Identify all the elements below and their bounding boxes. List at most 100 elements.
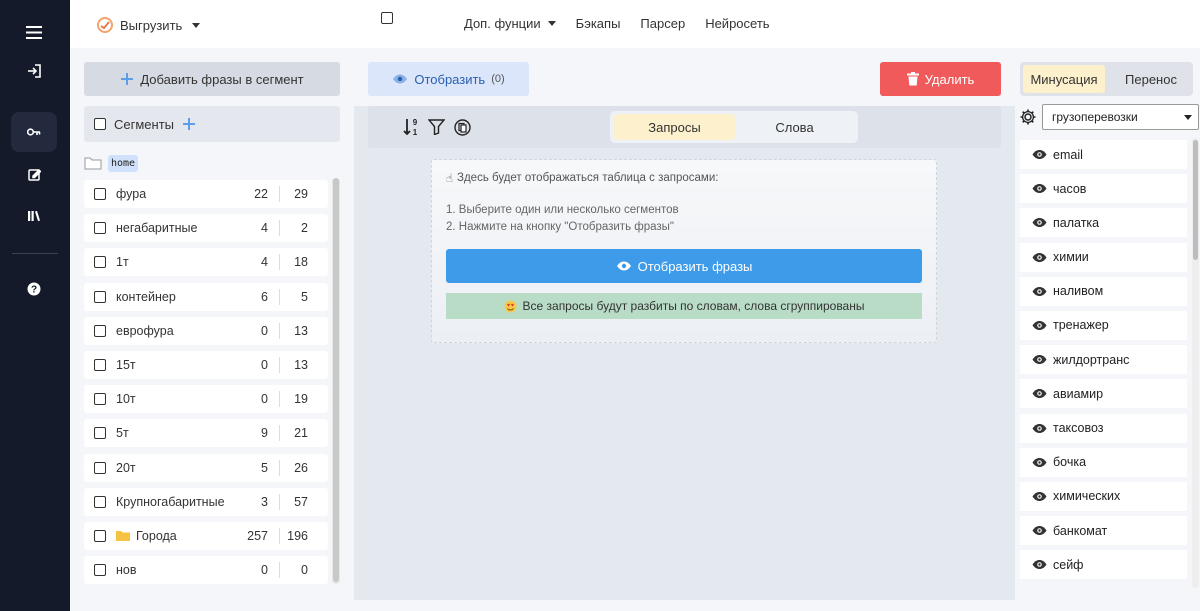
segment-row[interactable]: 20т 5 26	[84, 453, 328, 482]
tab-words[interactable]: Слова	[734, 114, 855, 140]
segment-checkbox[interactable]	[94, 324, 106, 337]
minus-word-row[interactable]: часов	[1020, 174, 1187, 204]
eye-icon[interactable]	[1032, 217, 1047, 228]
minus-word-row[interactable]: бочка	[1020, 447, 1187, 477]
minus-word-row[interactable]: email	[1020, 140, 1187, 169]
minus-word-row[interactable]: авиамир	[1020, 379, 1187, 409]
sort-icon[interactable]: 91	[403, 117, 419, 137]
minus-list-select[interactable]: грузоперевозки	[1042, 104, 1199, 130]
minus-word-row[interactable]: жилдортранс	[1020, 345, 1187, 375]
eye-icon[interactable]	[1032, 183, 1047, 194]
library-icon[interactable]	[11, 196, 57, 236]
scrollbar-thumb[interactable]	[1193, 140, 1198, 260]
segment-checkbox[interactable]	[94, 358, 106, 371]
filter-icon[interactable]	[428, 119, 445, 135]
segment-row[interactable]: 10т 0 19	[84, 385, 328, 414]
eye-icon[interactable]	[1032, 320, 1047, 331]
segment-checkbox[interactable]	[94, 461, 106, 474]
minus-word-row[interactable]: таксовоз	[1020, 413, 1187, 443]
segment-row[interactable]: Крупногабаритные 3 57	[84, 487, 328, 516]
scrollbar-thumb[interactable]	[333, 178, 339, 582]
minus-word-row[interactable]: банкомат	[1020, 516, 1187, 546]
minus-word-row[interactable]: сейф	[1020, 550, 1187, 580]
eye-icon[interactable]	[1032, 252, 1047, 263]
eye-icon[interactable]	[1032, 491, 1047, 502]
minus-word-text: тренажер	[1053, 318, 1109, 333]
tab-minus-words[interactable]: Минусация	[1023, 65, 1105, 93]
eye-icon[interactable]	[1032, 286, 1047, 297]
tab-transfer[interactable]: Перенос	[1111, 65, 1191, 93]
delete-button[interactable]: Удалить	[880, 62, 1001, 96]
segment-row[interactable]: нов 0 0	[84, 556, 328, 585]
minus-word-text: химических	[1053, 489, 1121, 504]
minus-word-text: часов	[1053, 181, 1087, 196]
segment-row[interactable]: негабаритные 4 2	[84, 214, 328, 243]
segment-checkbox[interactable]	[94, 393, 106, 406]
nav-item-extra[interactable]: Доп. фунции	[464, 16, 556, 31]
show-phrases-button[interactable]: Отобразить фразы	[446, 249, 922, 283]
help-icon[interactable]: ?	[11, 269, 57, 309]
minus-word-row[interactable]: палатка	[1020, 208, 1187, 238]
segment-checkbox[interactable]	[94, 529, 106, 542]
segment-name-text: 5т	[116, 426, 129, 441]
segment-row[interactable]: 5т 9 21	[84, 419, 328, 448]
minus-word-row[interactable]: химических	[1020, 481, 1187, 511]
segment-checkbox[interactable]	[94, 188, 106, 200]
folder-tag-home[interactable]: home	[108, 154, 139, 172]
segment-row[interactable]: фура 22 29	[84, 180, 328, 208]
segment-name: негабаритные	[116, 221, 197, 235]
export-dropdown[interactable]: Выгрузить	[96, 14, 201, 36]
segment-row[interactable]: контейнер 6 5	[84, 282, 328, 311]
minus-word-row[interactable]: наливом	[1020, 276, 1187, 306]
segment-checkbox[interactable]	[94, 222, 106, 235]
minus-word-row[interactable]: химии	[1020, 242, 1187, 272]
nav-item-parser[interactable]: Парсер	[640, 16, 685, 31]
eye-icon	[616, 261, 631, 271]
segment-row[interactable]: 15т 0 13	[84, 350, 328, 379]
login-icon[interactable]	[11, 51, 57, 91]
segment-row[interactable]: еврофура 0 13	[84, 316, 328, 345]
gear-icon[interactable]	[1019, 108, 1037, 129]
minus-word-text: таксовоз	[1053, 421, 1104, 435]
add-phrases-button[interactable]: Добавить фразы в сегмент	[84, 62, 340, 96]
segment-checkbox[interactable]	[94, 256, 106, 269]
eye-icon[interactable]	[1032, 423, 1047, 434]
nav-item-backups[interactable]: Бэкапы	[576, 16, 621, 31]
segment-name: 15т	[116, 358, 136, 372]
segment-checkbox[interactable]	[94, 495, 106, 508]
word-list-scrollbar[interactable]	[1192, 138, 1199, 588]
minus-word-text: химии	[1053, 250, 1089, 265]
show-button[interactable]: Отобразить (0)	[368, 62, 529, 96]
segment-count-a: 4	[261, 221, 268, 236]
select-all-checkbox[interactable]	[94, 118, 106, 130]
minus-word-row[interactable]: тренажер	[1020, 310, 1187, 340]
segment-checkbox[interactable]	[94, 564, 106, 577]
segment-scrollbar[interactable]	[332, 178, 340, 584]
segment-row[interactable]: Города 257 196	[84, 521, 328, 550]
eye-icon[interactable]	[1032, 354, 1047, 365]
segment-name: 1т	[116, 255, 129, 269]
nav-item-neural[interactable]: Нейросеть	[705, 16, 769, 31]
segment-row[interactable]: 1т 4 18	[84, 248, 328, 277]
eye-icon[interactable]	[1032, 457, 1047, 468]
edit-icon[interactable]	[11, 154, 57, 194]
eye-icon[interactable]	[1032, 525, 1047, 536]
eye-icon[interactable]	[1032, 559, 1047, 570]
add-segment-icon[interactable]	[182, 117, 196, 131]
segment-count-b: 196	[287, 528, 308, 543]
step-2: 2. Нажмите на кнопку "Отобразить фразы"	[446, 221, 674, 233]
segment-name-text: 10т	[116, 392, 136, 407]
copy-icon[interactable]	[454, 119, 471, 136]
tab-queries[interactable]: Запросы	[614, 114, 735, 140]
minus-list-selected: грузоперевозки	[1052, 110, 1138, 124]
eye-icon[interactable]	[1032, 149, 1047, 160]
segment-checkbox[interactable]	[94, 290, 106, 303]
select-all-rows-checkbox[interactable]	[381, 12, 393, 24]
segment-count-a: 4	[261, 255, 268, 270]
key-icon[interactable]	[11, 112, 57, 152]
segment-checkbox[interactable]	[94, 427, 106, 440]
menu-icon[interactable]	[11, 12, 57, 52]
segment-count-b: 26	[294, 460, 308, 475]
eye-icon[interactable]	[1032, 388, 1047, 399]
folder-icon	[116, 531, 130, 542]
